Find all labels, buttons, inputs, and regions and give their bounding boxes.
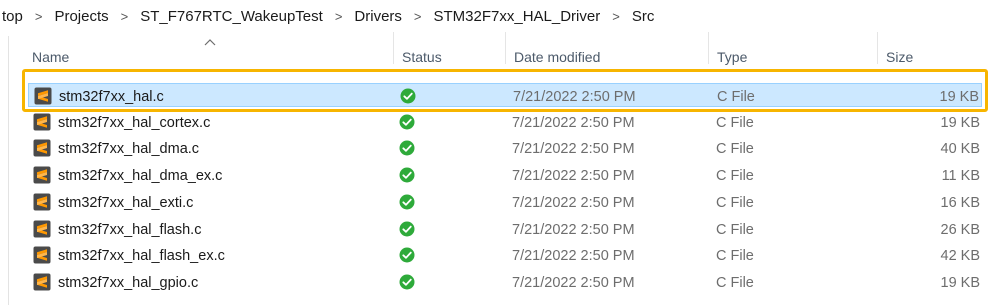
file-type: C File xyxy=(716,274,754,291)
file-date-modified: 7/21/2022 2:50 PM xyxy=(512,168,635,185)
synced-check-icon xyxy=(399,221,415,236)
file-date-modified: 7/21/2022 2:50 PM xyxy=(513,89,636,105)
chevron-right-icon: > xyxy=(34,8,43,24)
sublime-text-file-icon xyxy=(33,246,51,264)
file-name[interactable]: stm32f7xx_hal_gpio.c xyxy=(58,270,198,294)
synced-check-icon xyxy=(399,274,415,290)
file-size: 26 KB xyxy=(940,221,981,238)
column-header-type[interactable]: Type xyxy=(709,32,878,65)
file-name[interactable]: stm32f7xx_hal_flash_ex.c xyxy=(58,243,225,267)
file-name[interactable]: stm32f7xx_hal_dma_ex.c xyxy=(58,163,222,187)
sublime-text-file-icon xyxy=(33,113,51,131)
file-name[interactable]: stm32f7xx_hal_dma.c xyxy=(58,136,199,160)
sublime-text-file-icon xyxy=(33,220,51,237)
chevron-right-icon: > xyxy=(612,8,620,24)
file-row[interactable]: stm32f7xx_hal_dma.c 7/21/2022 2:50 PM C Fi… xyxy=(28,136,982,160)
file-date-modified: 7/21/2022 2:50 PM xyxy=(512,141,635,158)
column-header-date[interactable]: Date modified xyxy=(506,32,709,65)
chevron-right-icon: > xyxy=(120,8,129,24)
sublime-text-file-icon xyxy=(33,193,51,211)
file-type: C File xyxy=(716,114,754,131)
file-type: C File xyxy=(716,248,754,265)
file-name[interactable]: stm32f7xx_hal_flash.c xyxy=(58,217,201,241)
file-size: 16 KB xyxy=(940,194,981,211)
file-name[interactable]: stm32f7xx_hal_exti.c xyxy=(58,190,193,214)
sublime-text-file-icon xyxy=(33,273,51,291)
chevron-right-icon: > xyxy=(413,8,422,24)
file-size: 19 KB xyxy=(939,89,980,105)
file-date-modified: 7/21/2022 2:50 PM xyxy=(512,248,635,265)
file-type: C File xyxy=(716,168,754,185)
column-header: Name Status Date modified Type Size xyxy=(0,32,998,65)
breadcrumb-item-top[interactable]: top xyxy=(0,8,29,25)
breadcrumb-item-drivers[interactable]: Drivers xyxy=(348,8,408,25)
file-size: 40 KB xyxy=(940,141,981,158)
file-date-modified: 7/21/2022 2:50 PM xyxy=(512,114,635,131)
file-row[interactable]: stm32f7xx_hal_gpio.c 7/21/2022 2:50 PM C F… xyxy=(28,270,982,294)
sublime-text-file-icon xyxy=(33,166,51,184)
file-type: C File xyxy=(717,89,755,105)
file-row[interactable]: stm32f7xx_hal_cortex.c 7/21/2022 2:50 PM C… xyxy=(28,110,982,134)
breadcrumb-item-src[interactable]: Src xyxy=(626,8,661,25)
breadcrumb: top > Projects > ST_F767RTC_WakeupTest >… xyxy=(0,0,998,32)
file-type: C File xyxy=(716,194,754,211)
column-header-name[interactable]: Name xyxy=(24,32,394,65)
file-size: 11 KB xyxy=(941,168,980,185)
synced-check-icon xyxy=(399,167,415,183)
file-row[interactable]: stm32f7xx_hal_exti.c 7/21/2022 2:50 PM C F… xyxy=(28,190,982,214)
breadcrumb-item-projects[interactable]: Projects xyxy=(48,8,114,25)
column-header-size[interactable]: Size xyxy=(878,32,988,65)
file-size: 19 KB xyxy=(940,114,981,131)
file-size: 19 KB xyxy=(940,274,981,291)
synced-check-icon xyxy=(399,247,415,263)
synced-check-icon xyxy=(400,88,416,104)
file-name[interactable]: stm32f7xx_hal_cortex.c xyxy=(58,110,210,134)
synced-check-icon xyxy=(399,140,415,156)
sublime-text-file-icon xyxy=(34,87,52,105)
synced-check-icon xyxy=(399,114,415,130)
file-date-modified: 7/21/2022 2:50 PM xyxy=(512,221,635,238)
sublime-text-file-icon xyxy=(33,139,51,157)
column-header-status[interactable]: Status xyxy=(394,32,506,65)
file-row[interactable]: stm32f7xx_hal_flash_ex.c 7/21/2022 2:50 P… xyxy=(28,243,982,267)
pane-divider xyxy=(8,36,9,305)
synced-check-icon xyxy=(399,194,415,210)
file-name[interactable]: stm32f7xx_hal.c xyxy=(59,84,164,108)
breadcrumb-item-project[interactable]: ST_F767RTC_WakeupTest xyxy=(134,8,329,25)
file-row[interactable]: stm32f7xx_hal_flash.c 7/21/2022 2:50 PM C … xyxy=(28,217,982,241)
file-type: C File xyxy=(716,141,754,158)
file-date-modified: 7/21/2022 2:50 PM xyxy=(512,274,635,291)
file-row[interactable]: stm32f7xx_hal_dma_ex.c 7/21/2022 2:50 PM C… xyxy=(28,163,982,187)
breadcrumb-item-hal-driver[interactable]: STM32F7xx_HAL_Driver xyxy=(428,8,607,25)
file-size: 42 KB xyxy=(940,248,981,265)
file-date-modified: 7/21/2022 2:50 PM xyxy=(512,194,635,211)
file-type: C File xyxy=(716,221,754,238)
chevron-right-icon: > xyxy=(334,8,343,24)
file-row[interactable]: stm32f7xx_hal.c 7/21/2022 2:50 PM C File 19… xyxy=(28,83,982,107)
